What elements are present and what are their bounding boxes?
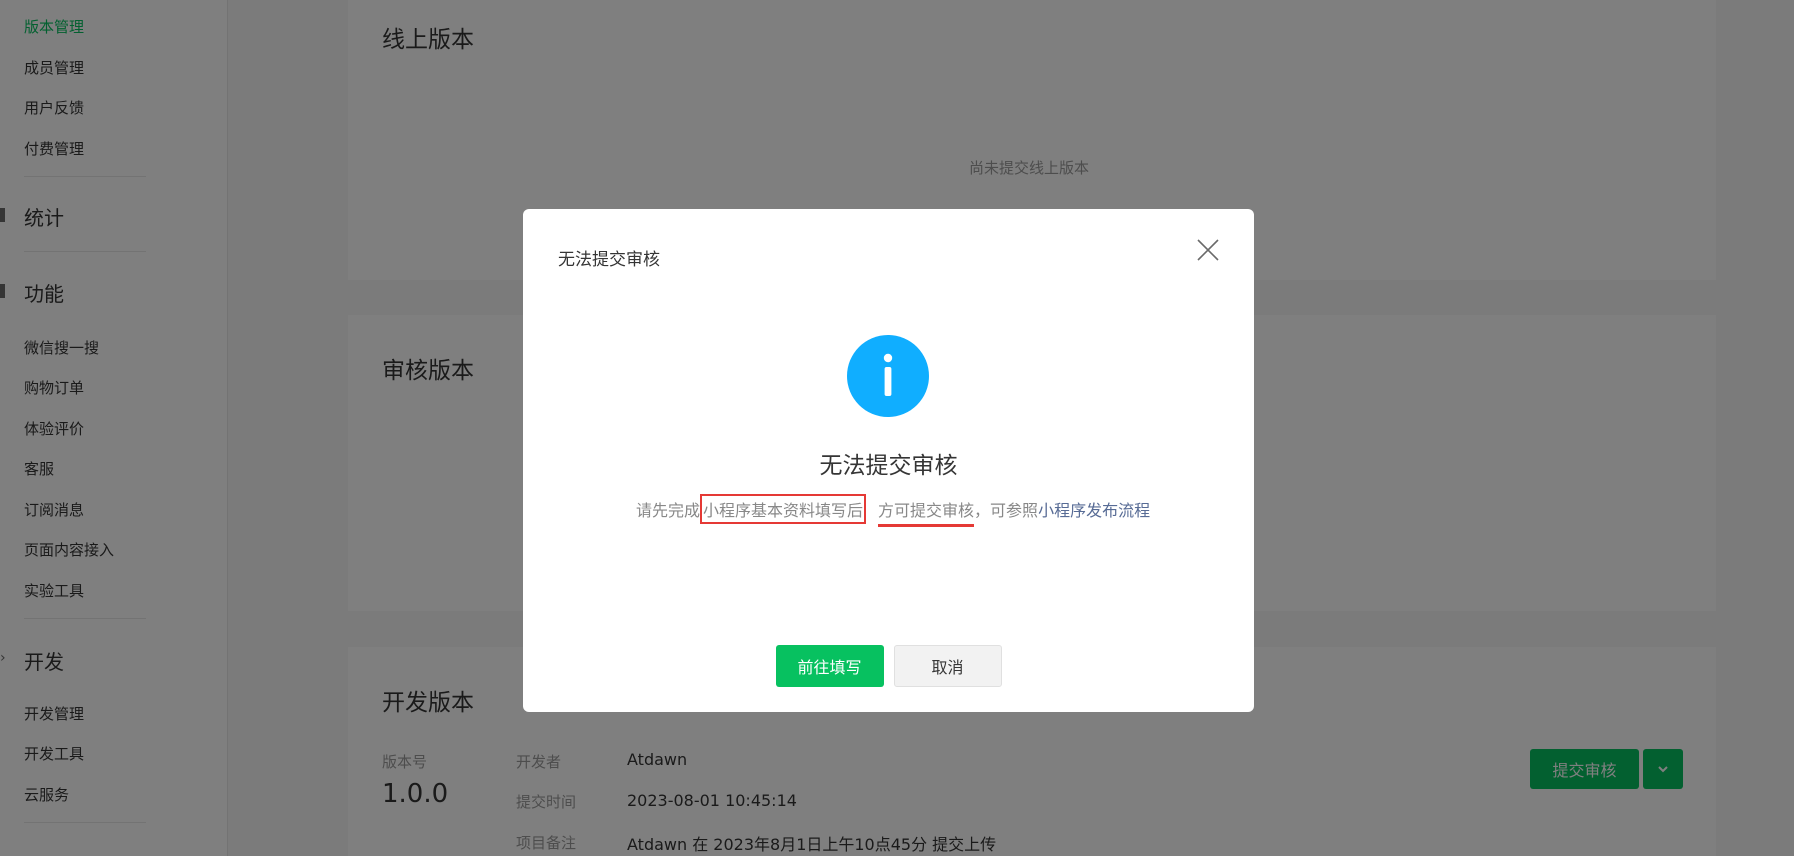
dialog-main-title: 无法提交审核: [819, 453, 958, 479]
dialog-message-prefix: 请先完成: [636, 501, 701, 520]
dialog-header-title: 无法提交审核: [558, 250, 660, 270]
underlined-requirement-text: 方可提交审核: [878, 497, 975, 527]
dialog-message: 请先完成 小程序基本资料填写后 方可提交审核，可参照小程序发布流程: [636, 494, 1150, 527]
go-fill-button[interactable]: 前往填写: [775, 645, 884, 687]
info-icon: [847, 335, 929, 417]
cancel-button[interactable]: 取消: [893, 645, 1002, 687]
highlighted-requirement-text: 小程序基本资料填写后: [700, 494, 867, 524]
dialog-footer: 前往填写 取消: [523, 645, 1254, 687]
cannot-submit-dialog: 无法提交审核 无法提交审核 请先完成 小程序基本资料填写后 方可提交审核，可参照小程…: [523, 209, 1254, 712]
close-icon[interactable]: [1195, 237, 1221, 263]
dialog-message-middle: ，可参照: [974, 501, 1039, 520]
publish-flow-link[interactable]: 小程序发布流程: [1038, 501, 1150, 520]
